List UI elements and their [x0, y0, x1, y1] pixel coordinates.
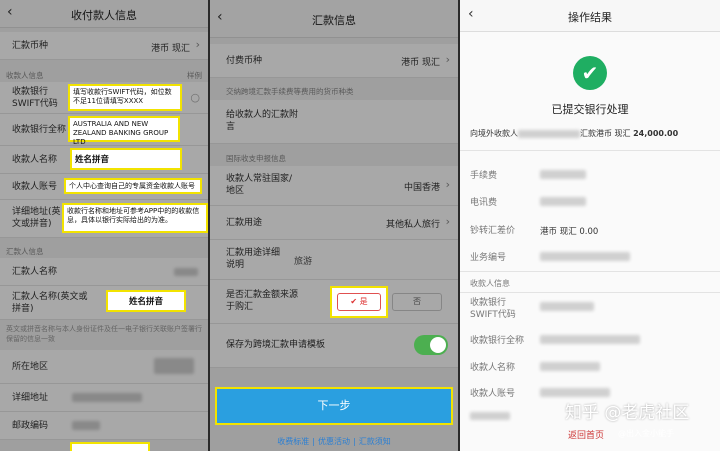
- back-home-link[interactable]: 返回首页: [568, 428, 604, 441]
- checkmark-icon: ✔: [350, 297, 358, 306]
- remit-notice-link[interactable]: 汇款须知: [359, 437, 391, 446]
- payee-section-header: 收款人信息: [470, 279, 510, 288]
- address-hint: 收款行名称和地址可参考APP中的的收款信息，具体以银行实际给出的为准。: [62, 203, 208, 233]
- watermark-sub: @出入金小能手: [618, 429, 674, 438]
- bank-name-value[interactable]: AUSTRALIA AND NEW ZEALAND BANKING GROUP …: [68, 116, 180, 146]
- result-description: 向境外收款人 汇款港币 现汇 24,000.00: [470, 129, 679, 138]
- success-check-icon: ✔: [573, 56, 607, 90]
- swift-label: 收款银行SWIFT代码: [470, 298, 516, 320]
- chevron-right-icon: ›: [195, 38, 200, 51]
- chevron-right-icon: ›: [445, 215, 450, 228]
- nav-bar: ‹ 操作结果: [460, 0, 720, 32]
- nav-bar: ‹ 汇款信息: [210, 0, 458, 38]
- purpose-row[interactable]: 汇款用途 其他私人旅行 ›: [210, 206, 458, 240]
- payee-section-header: 收款人信息: [6, 71, 44, 80]
- result-status: 已提交银行处理: [551, 103, 629, 116]
- remitter-section-header: 汇款人信息: [6, 247, 44, 256]
- fee-standard-link[interactable]: 收费标准: [277, 437, 309, 446]
- page-title: 汇款信息: [312, 14, 356, 27]
- rate-diff-label: 钞转汇差价: [470, 226, 516, 236]
- rate-diff-value: 港币 现汇 0.00: [540, 227, 599, 237]
- fee-note: 交纳跨境汇款手续费等费用的货币种类: [226, 87, 354, 96]
- telegram-fee-label: 电讯费: [470, 198, 498, 208]
- business-no-label: 业务编号: [470, 253, 507, 263]
- detail-address-row[interactable]: 详细地址: [0, 384, 208, 412]
- message-row[interactable]: 给收款人的汇款附言: [210, 100, 458, 144]
- page-title: 收付款人信息: [71, 9, 137, 22]
- payee-account-label: 收款人账号: [470, 389, 516, 399]
- bank-name-label: 收款银行全称: [470, 336, 525, 346]
- purpose-detail-row[interactable]: 汇款用途详细说明 旅游: [210, 240, 458, 280]
- save-template-toggle[interactable]: [414, 335, 448, 355]
- watermark: 知乎 @老虎社区: [565, 403, 690, 423]
- operation-result-screen: ‹ 操作结果 ✔ 已提交银行处理 向境外收款人 汇款港币 现汇 24,000.00…: [460, 0, 720, 451]
- payee-account-hint: 个人中心查询自己的专属资金收款人账号: [64, 178, 202, 194]
- next-button[interactable]: 下一步: [215, 387, 453, 425]
- yes-option[interactable]: ✔ 是: [337, 293, 381, 311]
- payee-name-label: 收款人名称: [470, 363, 516, 373]
- remitter-name-row: 汇款人名称: [0, 258, 208, 286]
- promo-link[interactable]: 优惠活动: [318, 437, 350, 446]
- remitter-note: 英文或拼音名称与本人身份证件及任一电子银行关联账户签署行保留的信息一致: [6, 325, 202, 343]
- payee-name-value[interactable]: 姓名拼音: [70, 148, 182, 170]
- sample-link[interactable]: 样例: [187, 70, 202, 81]
- country-row[interactable]: 收款人常驻国家/地区 中国香港 ›: [210, 166, 458, 206]
- declare-section-header: 国际收支申报信息: [226, 154, 286, 163]
- toggle-knob: [430, 337, 446, 353]
- payee-info-screen: ‹ 收付款人信息 汇款币种 港币 现汇 › 收款人信息 样例 收款银行SWIFT…: [0, 0, 208, 451]
- region-row[interactable]: 所在地区: [0, 350, 208, 384]
- remitter-en-value[interactable]: 姓名拼音: [106, 290, 186, 312]
- postal-row[interactable]: 邮政编码: [0, 412, 208, 440]
- yes-highlight: ✔ 是: [330, 286, 388, 318]
- search-icon[interactable]: ○: [190, 91, 200, 104]
- currency-row[interactable]: 汇款币种 港币 现汇 ›: [0, 32, 208, 60]
- page-title: 操作结果: [568, 11, 612, 24]
- remittance-info-screen: ‹ 汇款信息 付费币种 港币 现汇 › 交纳跨境汇款手续费等费用的货币种类 给收…: [210, 0, 458, 451]
- fee-label: 手续费: [470, 171, 498, 181]
- pay-currency-row[interactable]: 付费币种 港币 现汇 ›: [210, 44, 458, 78]
- chevron-right-icon: ›: [445, 178, 450, 191]
- bottom-links: 收费标准 | 优惠活动 | 汇款须知: [277, 437, 391, 446]
- nav-bar: ‹ 收付款人信息: [0, 0, 208, 28]
- no-option[interactable]: 否: [392, 293, 442, 311]
- chevron-right-icon: ›: [445, 53, 450, 66]
- swift-hint-box: 填写收款行SWIFT代码，如位数不足11位请填写XXXX: [68, 84, 182, 111]
- postal-highlight: [70, 442, 150, 451]
